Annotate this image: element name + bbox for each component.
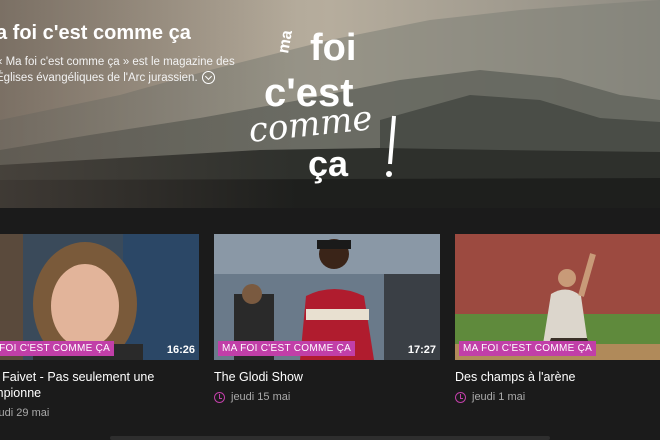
clock-icon	[455, 391, 466, 403]
show-badge: MA FOI C'EST COMME ÇA	[218, 341, 356, 356]
logo-word-ma: ma	[275, 29, 296, 55]
show-logo: ma foi c'est comme ça	[247, 27, 396, 184]
video-thumbnail[interactable]: MA FOI C'EST COMME ÇA 16:26	[0, 234, 199, 360]
hero-title: a foi c'est comme ça	[0, 22, 191, 44]
video-card[interactable]: MA FOI C'EST COMME ÇA 17:27 The Glodi Sh…	[214, 234, 440, 403]
shelf-scrollbar[interactable]	[110, 436, 550, 440]
duration-label: 17:27	[407, 344, 436, 356]
video-card[interactable]: MA FOI C'EST COMME ÇA 15 Des champs à l'…	[455, 234, 660, 403]
video-date-text: jeudi 1 mai	[472, 391, 526, 403]
video-date: jeudi 29 mai	[0, 407, 199, 419]
logo-word-ca: ça	[308, 143, 349, 184]
hero-banner: a foi c'est comme ça « Ma foi c'est comm…	[0, 0, 660, 208]
video-title[interactable]: The Glodi Show	[214, 369, 440, 385]
show-badge: MA FOI C'EST COMME ÇA	[459, 341, 597, 356]
video-card[interactable]: MA FOI C'EST COMME ÇA 16:26 Ema Faivet -…	[0, 234, 199, 419]
video-date-text: jeudi 29 mai	[0, 407, 50, 419]
hero-description: « Ma foi c'est comme ça » est le magazin…	[0, 54, 256, 86]
video-date: jeudi 1 mai	[455, 391, 660, 403]
show-badge: MA FOI C'EST COMME ÇA	[0, 341, 115, 356]
logo-word-foi: foi	[310, 27, 356, 69]
video-title[interactable]: Ema Faivet - Pas seulement une championn…	[0, 369, 199, 401]
video-thumbnail[interactable]: MA FOI C'EST COMME ÇA 15	[455, 234, 660, 360]
video-title[interactable]: Des champs à l'arène	[455, 369, 660, 385]
hero-description-text: « Ma foi c'est comme ça » est le magazin…	[0, 56, 235, 84]
duration-label: 16:26	[166, 344, 195, 356]
clock-icon	[214, 391, 225, 403]
video-date: jeudi 15 mai	[214, 391, 440, 403]
expand-chevron-icon[interactable]	[201, 71, 215, 85]
video-date-text: jeudi 15 mai	[231, 391, 291, 403]
video-thumbnail[interactable]: MA FOI C'EST COMME ÇA 17:27	[214, 234, 440, 360]
